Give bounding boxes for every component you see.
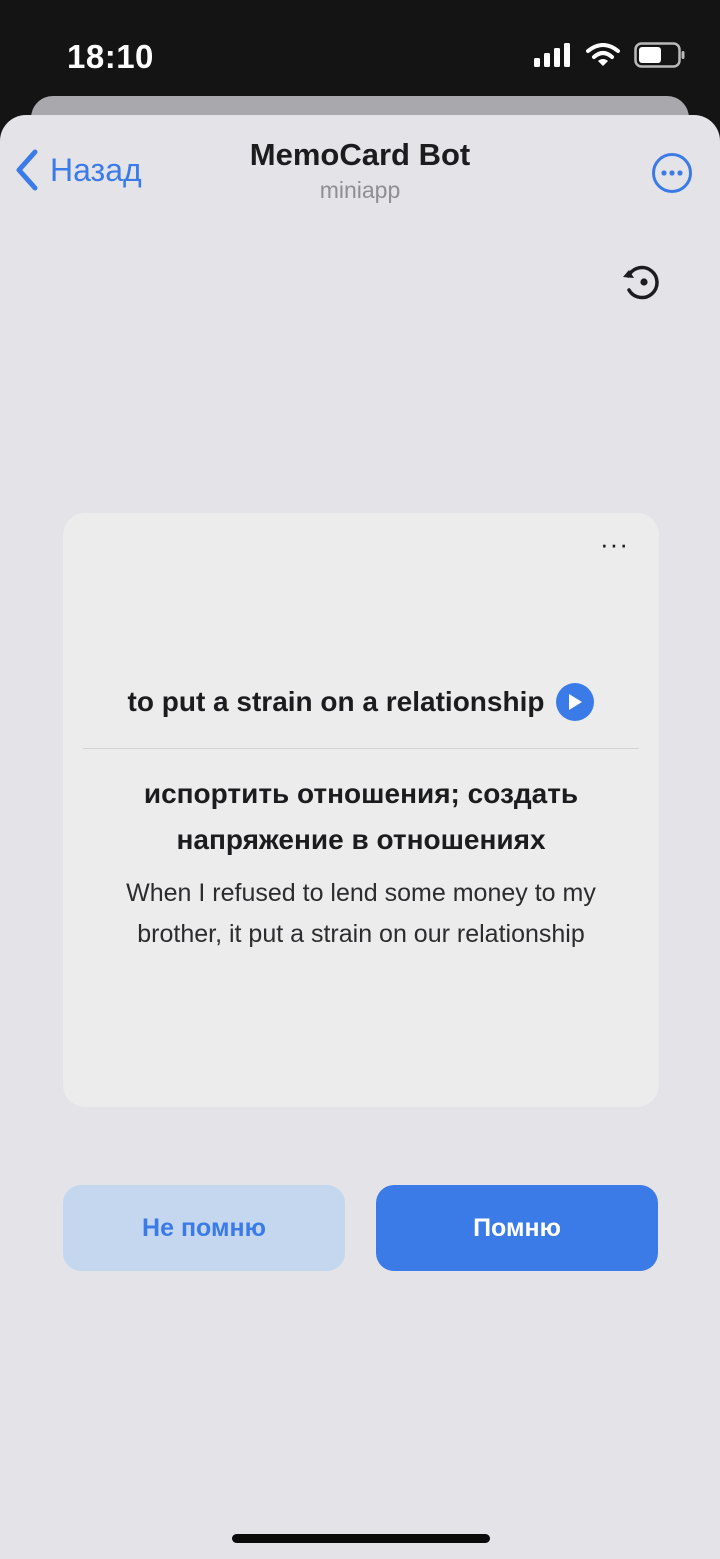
card-example: When I refused to lend some money to my … — [126, 879, 596, 948]
card-translation: испортить отношения; создать напряжение … — [143, 778, 579, 855]
signal-icon — [534, 43, 570, 67]
play-audio-button[interactable] — [556, 683, 595, 721]
wifi-icon — [586, 43, 620, 66]
card-menu-button[interactable]: ··· — [600, 529, 629, 560]
dont-remember-button[interactable]: Не помню — [63, 1185, 345, 1271]
term-row: to put a strain on a relationship — [63, 683, 659, 721]
status-icons — [534, 42, 686, 68]
back-label: Назад — [50, 151, 142, 188]
flashcard: ··· to put a strain on a relationship ис… — [63, 513, 659, 1107]
status-time: 18:10 — [67, 38, 154, 75]
more-options-button[interactable] — [651, 152, 693, 194]
back-button[interactable]: Назад — [14, 149, 142, 191]
play-icon — [569, 694, 583, 710]
miniapp-sheet: Назад MemoCard Bot miniapp ··· to put a … — [0, 115, 720, 1559]
card-term: to put a strain on a relationship — [127, 686, 545, 717]
page-title: MemoCard Bot — [249, 137, 471, 172]
card-divider — [83, 748, 639, 749]
home-indicator — [232, 1534, 490, 1543]
battery-icon — [634, 42, 685, 68]
page-subtitle: miniapp — [319, 177, 401, 203]
remember-button[interactable]: Помню — [376, 1185, 658, 1271]
chevron-left-icon — [16, 149, 38, 191]
history-reset-icon[interactable] — [620, 260, 664, 304]
status-bar: 18:10 — [0, 0, 720, 110]
